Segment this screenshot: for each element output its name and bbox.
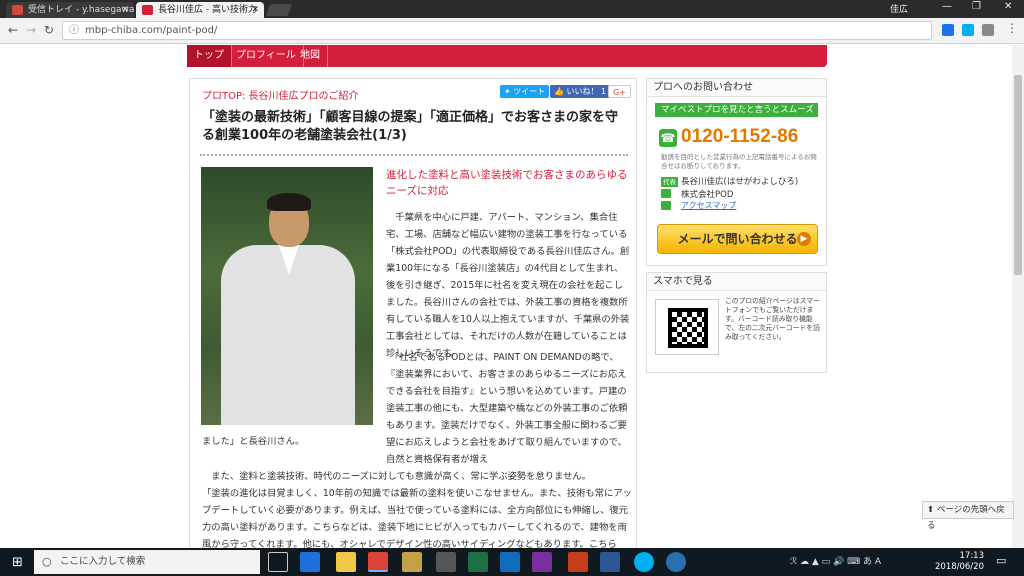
- reload-icon[interactable]: ↻: [44, 23, 54, 37]
- photo-hair: [267, 193, 311, 211]
- skype-extension-icon[interactable]: [962, 24, 974, 36]
- smartphone-box: スマホで見る このプロの紹介ページはスマートフォンでもご覧いただけます。バーコー…: [646, 272, 827, 373]
- close-icon[interactable]: ✕: [251, 2, 259, 18]
- contact-title: プロへのお問い合わせ: [647, 79, 826, 97]
- word-icon[interactable]: [600, 552, 620, 572]
- page-top-button[interactable]: ⬆ ページの先頭へ戻る: [922, 501, 1014, 531]
- paragraph: 「社名であるPODとは、PAINT ON DEMANDの略で、『塗装業界において…: [386, 352, 628, 465]
- contact-banner: マイベストプロを見たと言うとスムーズです: [655, 103, 818, 129]
- pro-name: 長谷川佳広(はせがわよしひろ): [681, 177, 799, 187]
- back-icon[interactable]: ←: [8, 23, 18, 37]
- browser-tab-bar: 受信トレイ - y.hasegawa@ ✕ 長谷川佳広 - 高い技術力 ✕ 佳広…: [0, 0, 1024, 18]
- onenote-icon[interactable]: [532, 552, 552, 572]
- paragraph: 千葉県を中心に戸建、アパート、マンション、集合住宅、工場、店舗など幅広い建物の塗…: [386, 212, 630, 359]
- paragraph: 「塗装の進化は目覚ましく、10年前の知識では最新の塗料を使いこなせません。また、…: [202, 488, 632, 549]
- address-bar[interactable]: ⓘ mbp-chiba.com/paint-pod/: [62, 21, 932, 40]
- phone-number[interactable]: 0120-1152-86: [681, 126, 798, 148]
- page-title: 「塗装の最新技術」「顧客目線の提案」「適正価格」でお客さまの家を守る創業100年…: [202, 110, 619, 143]
- excel-icon[interactable]: [468, 552, 488, 572]
- map-icon: [661, 201, 671, 210]
- qr-code-icon: [668, 308, 708, 348]
- date: 2018/06/20: [935, 562, 984, 572]
- tab-mbp[interactable]: 長谷川佳広 - 高い技術力 ✕: [136, 2, 264, 18]
- site-favicon-icon: [142, 5, 153, 15]
- extension-icon[interactable]: [982, 24, 994, 36]
- profile-photo: [201, 167, 373, 425]
- main-article: プロTOP: 長谷川佳広プロのご紹介 ✦ ツイート 👍 いいね！ 1 G+ 「塗…: [189, 78, 637, 549]
- tab-title: 受信トレイ - y.hasegawa@: [28, 5, 134, 15]
- thumbs-up-icon: 👍: [554, 87, 567, 96]
- qr-code: [655, 299, 719, 355]
- edge-icon[interactable]: [300, 552, 320, 572]
- like-label: いいね！ 1: [566, 87, 607, 96]
- site-navigation: トップ プロフィール 地図: [187, 45, 827, 67]
- up-arrow-icon: ⬆: [927, 505, 937, 515]
- gmail-icon: [12, 5, 23, 15]
- paragraph: また、塗料と塗装技術、時代のニーズに対しても意識が高く、常に学ぶ姿勢を怠りません…: [211, 471, 591, 482]
- mail-contact-button[interactable]: メールで問い合わせる ▶: [657, 224, 818, 254]
- twitter-icon: ✦: [504, 87, 514, 96]
- access-map-link[interactable]: アクセスマップ: [681, 200, 736, 211]
- mail-button-label: メールで問い合わせる: [677, 232, 798, 246]
- tab-gmail[interactable]: 受信トレイ - y.hasegawa@ ✕: [6, 2, 134, 18]
- close-window-icon[interactable]: ✕: [1004, 1, 1012, 12]
- divider: [200, 154, 628, 156]
- search-icon: ○: [42, 555, 52, 568]
- windows-start-icon[interactable]: ⊞: [12, 555, 23, 570]
- nav-top[interactable]: トップ: [187, 45, 232, 67]
- smartphone-title: スマホで見る: [647, 273, 826, 291]
- tweet-label: ツイート: [513, 87, 546, 96]
- breadcrumb[interactable]: プロTOP: 長谷川佳広プロのご紹介: [202, 87, 359, 102]
- gplus-button[interactable]: G+: [608, 85, 631, 98]
- scrollbar-thumb[interactable]: [1014, 75, 1022, 275]
- scrollbar[interactable]: [1012, 45, 1024, 549]
- page-top-label: ページの先頭へ戻る: [927, 505, 1005, 531]
- taskbar: ⊞ ○ ここに入力して検索 ℛ ☁ ▲ ▭ 🔊 ⌨ あ A 17:13 2018…: [0, 548, 1024, 576]
- company-name: 株式会社POD: [681, 190, 734, 200]
- smartphone-text: このプロの紹介ページはスマートフォンでもご覧いただけます。バーコード読み取り機能…: [725, 297, 820, 341]
- time: 17:13: [959, 551, 985, 561]
- clock[interactable]: 17:13 2018/06/20: [928, 551, 984, 573]
- phone-icon: ☎: [659, 129, 677, 147]
- phone-note: 勧誘を目的とした営業行為の上記電話番号によるお問合せはお断りしております。: [661, 153, 817, 170]
- info-icon[interactable]: ⓘ: [69, 22, 79, 39]
- section-heading: 進化した塗料と高い塗装技術でお客さまのあらゆるニーズに対応: [386, 169, 628, 197]
- app-icon[interactable]: [436, 552, 456, 572]
- file-explorer-icon[interactable]: [336, 552, 356, 572]
- restore-icon[interactable]: ❐: [972, 1, 981, 12]
- forward-icon[interactable]: →: [26, 23, 36, 37]
- taskbar-search[interactable]: ○ ここに入力して検索: [34, 550, 260, 574]
- representative-tag: 代表: [661, 177, 678, 187]
- extension-icon[interactable]: [942, 24, 954, 36]
- chrome-icon[interactable]: [368, 552, 388, 572]
- contact-box: プロへのお問い合わせ マイベストプロを見たと言うとスムーズです ☎ 0120-1…: [646, 78, 827, 266]
- minimize-icon[interactable]: —: [942, 1, 952, 12]
- browser-toolbar: ← → ↻ ⓘ mbp-chiba.com/paint-pod/ ⋮: [0, 18, 1024, 44]
- skype-icon[interactable]: [634, 552, 654, 572]
- outlook-icon[interactable]: [500, 552, 520, 572]
- page-viewport: トップ プロフィール 地図 プロTOP: 長谷川佳広プロのご紹介 ✦ ツイート …: [0, 45, 1024, 549]
- arrow-right-icon: ▶: [797, 232, 811, 246]
- url-text: mbp-chiba.com/paint-pod/: [85, 25, 218, 36]
- powerpoint-icon[interactable]: [568, 552, 588, 572]
- profile-name[interactable]: 佳広: [890, 2, 908, 15]
- tab-title: 長谷川佳広 - 高い技術力: [158, 5, 257, 15]
- new-tab-button[interactable]: [265, 4, 293, 16]
- like-button[interactable]: 👍 いいね！ 1: [550, 85, 611, 98]
- company-icon: [661, 189, 671, 198]
- app-icon[interactable]: [666, 552, 686, 572]
- nav-map[interactable]: 地図: [293, 45, 328, 67]
- menu-icon[interactable]: ⋮: [1006, 21, 1018, 35]
- notification-icon[interactable]: ▭: [996, 554, 1006, 567]
- paragraph: ました」と長谷川さん。: [202, 436, 305, 447]
- close-icon[interactable]: ✕: [121, 2, 129, 18]
- system-tray[interactable]: ℛ ☁ ▲ ▭ 🔊 ⌨ あ A: [790, 554, 881, 567]
- audio-app-icon[interactable]: [402, 552, 422, 572]
- search-placeholder: ここに入力して検索: [60, 556, 146, 567]
- tweet-button[interactable]: ✦ ツイート: [500, 85, 550, 98]
- task-view-icon[interactable]: [268, 552, 288, 572]
